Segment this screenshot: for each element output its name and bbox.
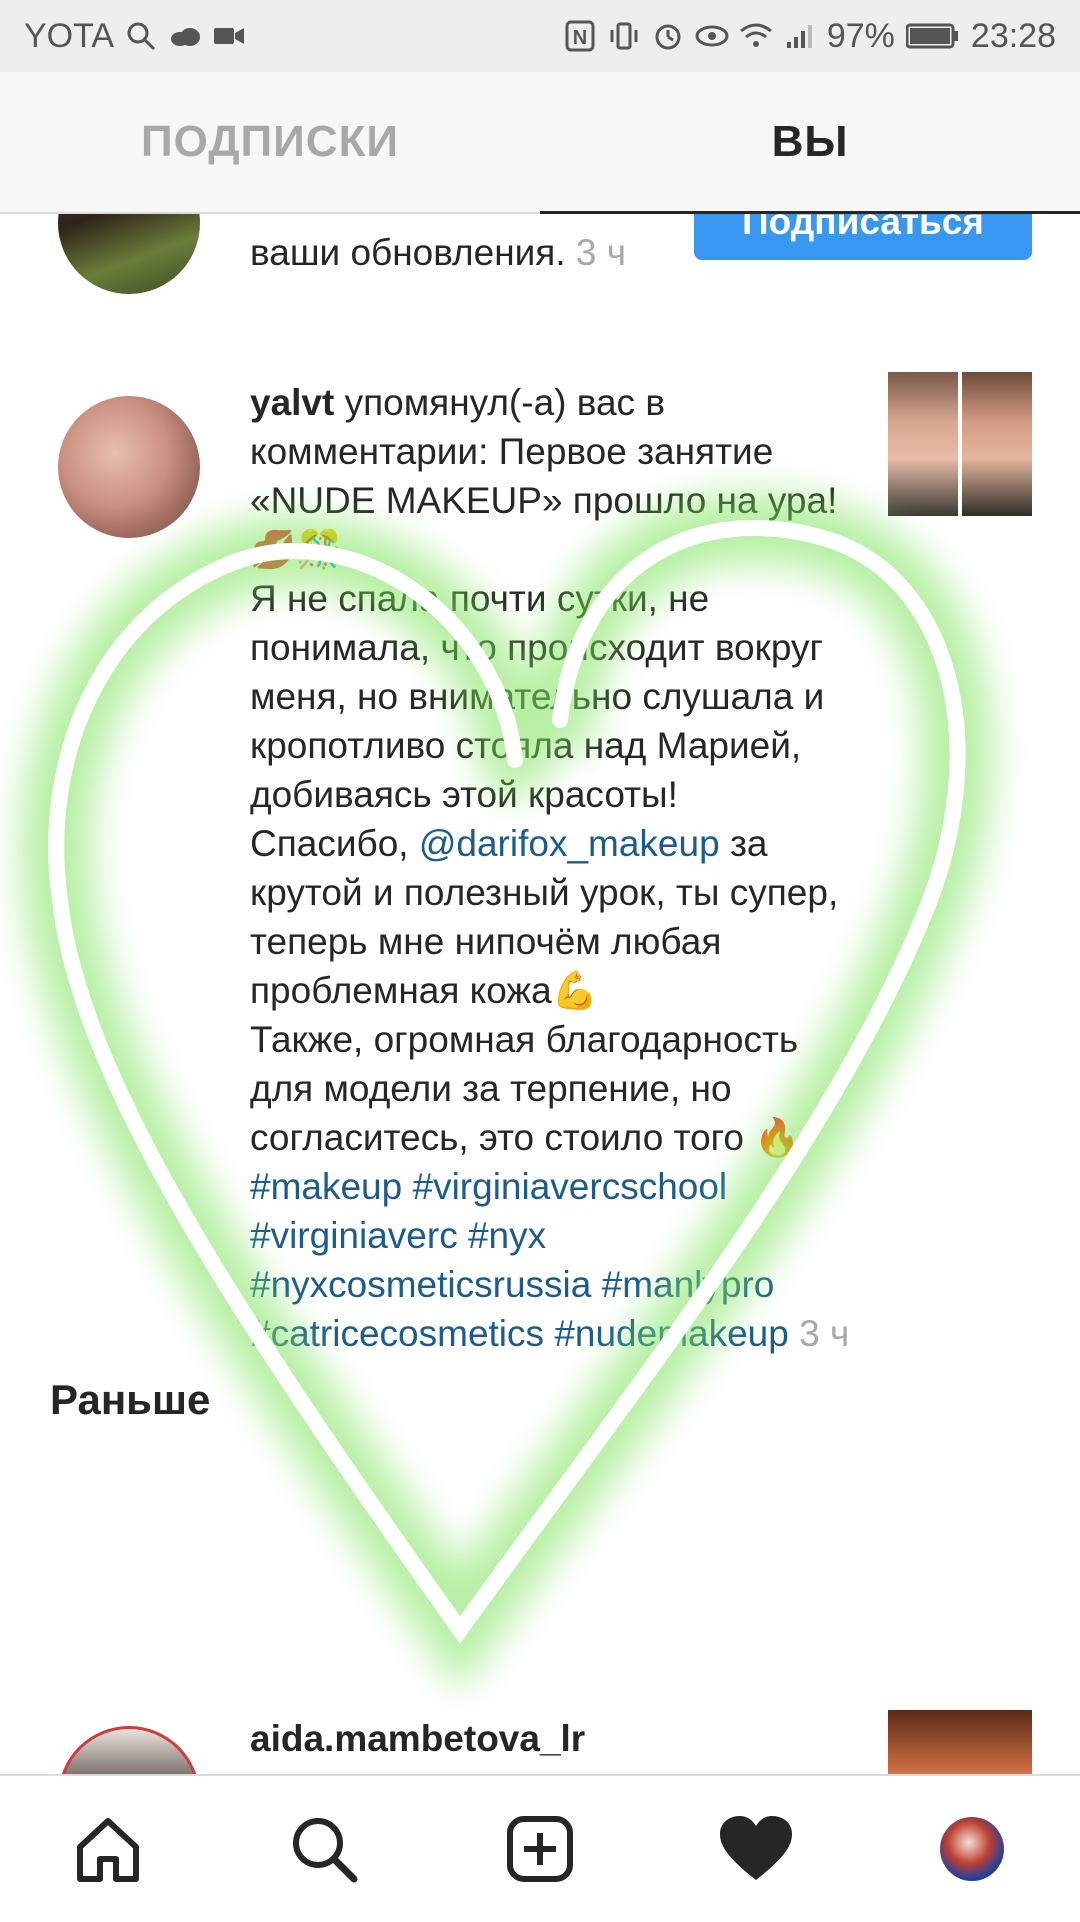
- section-earlier-title: Раньше: [50, 1376, 211, 1423]
- eye-icon: [695, 19, 729, 53]
- wifi-icon: [739, 19, 773, 53]
- hashtag-link[interactable]: #catricecosmetics: [250, 1313, 544, 1354]
- nav-search[interactable]: [269, 1794, 379, 1904]
- notification-time: 3 ч: [575, 232, 627, 273]
- notification-text: yalvt упомянул(-а) вас в комментарии: Пе…: [250, 378, 850, 1358]
- search-icon: [124, 19, 158, 53]
- activity-tabs: ПОДПИСКИ ВЫ: [0, 72, 1080, 214]
- nfc-icon: N: [563, 19, 597, 53]
- battery-icon: [905, 19, 961, 53]
- home-icon: [77, 1818, 139, 1882]
- notification-username[interactable]: yalvt: [250, 382, 334, 423]
- post-thumbnail[interactable]: [888, 1710, 1032, 1774]
- cloud-icon: [168, 19, 202, 53]
- status-bar: YOTA N 97% 23:28: [0, 0, 1080, 72]
- nav-activity[interactable]: [701, 1794, 811, 1904]
- notification-time: 3 ч: [799, 1313, 850, 1354]
- video-icon: [212, 19, 246, 53]
- model-face-image: [888, 372, 958, 516]
- svg-text:N: N: [573, 27, 587, 49]
- hashtag-link[interactable]: #makeup: [250, 1166, 402, 1207]
- avatar[interactable]: [58, 214, 200, 294]
- search-icon: [293, 1818, 358, 1883]
- activity-heart-icon: [720, 1816, 792, 1880]
- follow-button[interactable]: Подписаться: [694, 214, 1032, 260]
- notifications-list[interactable]: ваши обновления. 3 ч Подписаться yalvt у…: [0, 214, 1080, 1774]
- hashtag-link[interactable]: #nudemakeup: [554, 1313, 789, 1354]
- hashtag-link[interactable]: #manlypro: [602, 1264, 775, 1305]
- signal-icon: [783, 19, 817, 53]
- notification-body: ваши обновления.: [250, 232, 566, 273]
- carrier-label: YOTA: [24, 16, 115, 55]
- nav-profile[interactable]: [917, 1794, 1027, 1904]
- notification-username[interactable]: aida.mambetova_lr: [250, 1718, 585, 1759]
- comment-text: Также, огромная благодарность для модели…: [250, 1019, 801, 1158]
- hashtag-link[interactable]: #nyxcosmeticsrussia: [250, 1264, 591, 1305]
- hashtag-link[interactable]: #virginiaverc: [250, 1215, 458, 1256]
- add-post-icon: [507, 1816, 573, 1882]
- hashtag-link[interactable]: #virginiavercschool: [413, 1166, 728, 1207]
- comment-text: Спасибо,: [250, 823, 409, 864]
- hashtag-link[interactable]: #nyx: [468, 1215, 546, 1256]
- nav-new-post[interactable]: [485, 1794, 595, 1904]
- tab-you[interactable]: ВЫ: [540, 72, 1080, 212]
- avatar[interactable]: [58, 396, 200, 538]
- alarm-icon: [651, 19, 685, 53]
- vibrate-icon: [607, 19, 641, 53]
- mention-link[interactable]: @darifox_makeup: [419, 823, 720, 864]
- battery-percent: 97%: [826, 16, 895, 55]
- notification-text: ваши обновления. 3 ч: [250, 228, 670, 277]
- post-thumbnail[interactable]: [888, 372, 1032, 516]
- profile-avatar-icon: [940, 1817, 1004, 1881]
- comment-text: Я не спала почти сутки, не понимала, что…: [250, 578, 825, 815]
- clock: 23:28: [970, 16, 1056, 55]
- tab-following[interactable]: ПОДПИСКИ: [0, 72, 540, 212]
- notification-text: aida.mambetova_lr: [250, 1714, 850, 1763]
- model-face-image: [962, 372, 1032, 516]
- avatar[interactable]: [58, 1726, 200, 1774]
- bottom-navigation: [0, 1774, 1080, 1922]
- nav-home[interactable]: [53, 1794, 163, 1904]
